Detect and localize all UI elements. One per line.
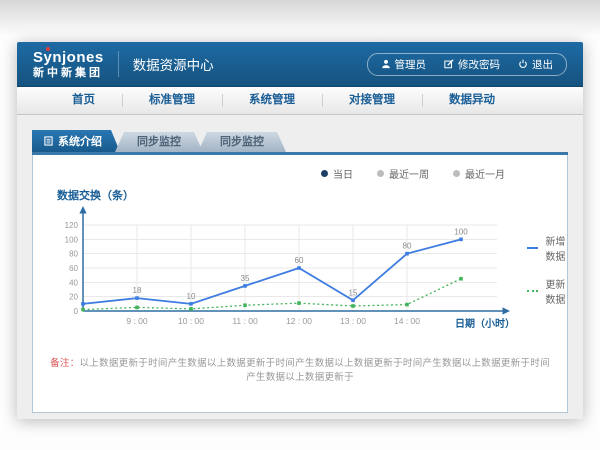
document-icon [44, 136, 53, 146]
svg-text:80: 80 [403, 242, 412, 251]
svg-text:10: 10 [187, 292, 196, 301]
content-area: 系统介绍 同步监控 同步监控 当日 最近一周 最近一月 数据交换（条） 0 20 40 60 8… [17, 115, 583, 419]
series-value-labels-new-data: 18 10 35 60 15 80 100 [133, 227, 469, 301]
filter-option-last-month[interactable]: 最近一月 [453, 166, 505, 181]
legend-label: 新增数据 [545, 233, 566, 263]
svg-text:11 : 00: 11 : 00 [232, 316, 258, 326]
change-password-button[interactable]: 修改密码 [435, 57, 509, 72]
user-toolbar: 管理员 修改密码 退出 [367, 53, 568, 76]
nav-item-data-change[interactable]: 数据异动 [422, 87, 522, 114]
logo-accent-dot [46, 47, 50, 51]
tab-label: 同步监控 [137, 136, 181, 148]
svg-text:35: 35 [241, 274, 250, 283]
svg-text:0: 0 [74, 307, 79, 316]
svg-text:13 : 00: 13 : 00 [340, 316, 366, 326]
svg-text:9 : 00: 9 : 00 [126, 316, 148, 326]
brand-logo[interactable]: Synjones 新中新集团 [33, 50, 104, 79]
user-menu-button[interactable]: 管理员 [372, 57, 436, 72]
user-icon [381, 59, 391, 69]
logout-button[interactable]: 退出 [509, 57, 562, 72]
chart-y-axis-title: 数据交换（条） [57, 187, 553, 203]
legend-line-swatch [527, 247, 538, 249]
nav-item-interface-mgmt[interactable]: 对接管理 [322, 87, 422, 114]
filter-option-last-week[interactable]: 最近一周 [377, 166, 429, 181]
y-tick-labels: 0 20 40 60 80 100 120 [65, 221, 79, 316]
footnote: 备注：以上数据更新于时间产生数据以上数据更新于时间产生数据以上数据更新于时间产生… [47, 355, 553, 383]
legend-item-new-data[interactable]: 新增数据 [527, 233, 566, 263]
x-tick-labels: 9 : 00 10 : 00 11 : 00 12 : 00 13 : 00 14 : 0… [126, 316, 420, 326]
radio-icon [453, 170, 460, 177]
filter-label: 最近一月 [465, 166, 505, 181]
svg-text:15: 15 [349, 288, 358, 297]
chart-row: 0 20 40 60 80 100 120 9 : 00 10 : 00 11 : 00 12 : … [47, 203, 553, 337]
nav-item-standard-mgmt[interactable]: 标准管理 [122, 87, 222, 114]
tab-bar: 系统介绍 同步监控 同步监控 [32, 130, 583, 152]
logo-text-cn: 新中新集团 [33, 68, 104, 79]
logo-text-en: Synjones [33, 50, 104, 65]
chart-legend: 新增数据更新数据 [527, 233, 566, 337]
svg-text:12 : 00: 12 : 00 [286, 316, 312, 326]
x-axis-title: 日期（小时） [455, 317, 515, 330]
app-window: Synjones 新中新集团 数据资源中心 管理员 修改密码 [17, 42, 583, 419]
legend-line-swatch [527, 290, 538, 292]
tab-sync-monitor-1[interactable]: 同步监控 [115, 132, 203, 152]
filter-label: 当日 [333, 166, 353, 181]
x-axis-arrow [503, 307, 511, 314]
footnote-text: 以上数据更新于时间产生数据以上数据更新于时间产生数据以上数据更新于时间产生数据以… [80, 358, 550, 383]
app-header: Synjones 新中新集团 数据资源中心 管理员 修改密码 [17, 42, 583, 87]
y-axis-arrow [79, 206, 86, 214]
svg-text:18: 18 [133, 286, 142, 295]
svg-text:60: 60 [295, 256, 304, 265]
tab-label: 系统介绍 [58, 133, 102, 149]
power-icon [518, 59, 528, 69]
page-background: Synjones 新中新集团 数据资源中心 管理员 修改密码 [0, 0, 600, 450]
filter-option-today[interactable]: 当日 [321, 166, 353, 181]
footnote-prefix: 备注： [50, 358, 79, 369]
logout-label: 退出 [532, 57, 553, 72]
svg-text:60: 60 [69, 264, 78, 273]
svg-text:100: 100 [454, 227, 468, 236]
filter-label: 最近一周 [389, 166, 429, 181]
svg-text:10 : 00: 10 : 00 [178, 316, 204, 326]
nav-item-home[interactable]: 首页 [45, 87, 122, 114]
svg-text:20: 20 [69, 293, 78, 302]
tab-sync-monitor-2[interactable]: 同步监控 [198, 132, 286, 152]
radio-icon [321, 170, 328, 177]
legend-label: 更新数据 [545, 276, 566, 306]
svg-text:100: 100 [65, 235, 79, 244]
change-password-label: 修改密码 [458, 57, 500, 72]
main-nav: 首页标准管理系统管理对接管理数据异动 [17, 87, 583, 115]
svg-text:80: 80 [69, 250, 78, 259]
legend-item-updated-data[interactable]: 更新数据 [527, 276, 566, 306]
tab-label: 同步监控 [220, 136, 264, 148]
radio-icon [377, 170, 384, 177]
user-label: 管理员 [395, 57, 427, 72]
tab-system-intro[interactable]: 系统介绍 [32, 130, 120, 152]
app-title: 数据资源中心 [133, 54, 214, 74]
line-chart: 0 20 40 60 80 100 120 9 : 00 10 : 00 11 : 00 12 : … [57, 203, 519, 337]
edit-icon [444, 59, 454, 69]
svg-text:40: 40 [69, 278, 78, 287]
content-panel: 当日 最近一周 最近一月 数据交换（条） 0 20 40 60 80 100 120 9 : 00… [32, 155, 568, 413]
header-divider [118, 51, 119, 77]
svg-text:14 : 00: 14 : 00 [394, 316, 420, 326]
svg-text:120: 120 [65, 221, 79, 230]
time-filter-group: 当日 最近一周 最近一月 [47, 166, 553, 181]
nav-item-system-mgmt[interactable]: 系统管理 [222, 87, 322, 114]
